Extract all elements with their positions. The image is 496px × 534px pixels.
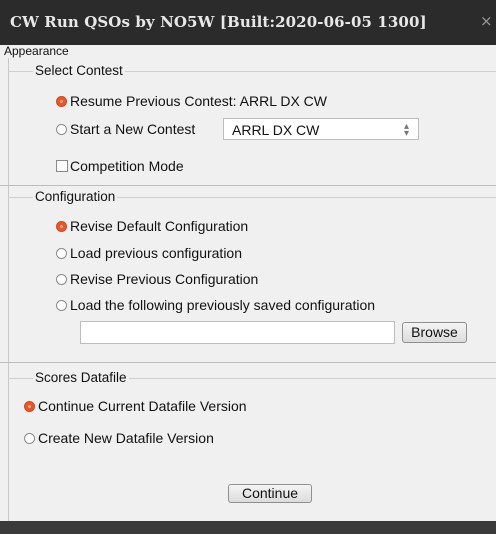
contest-select[interactable]: ARRL DX CW ▴ ▾ (223, 118, 419, 140)
content-border (8, 58, 9, 521)
resume-contest-radio[interactable] (56, 96, 67, 107)
menu-bar: Appearance (0, 45, 496, 58)
config-option-label[interactable]: Load previous configuration (70, 245, 242, 261)
divider (0, 362, 496, 363)
start-new-contest-label[interactable]: Start a New Contest (70, 121, 195, 137)
scores-legend: Scores Datafile (33, 370, 129, 385)
up-down-arrows-icon: ▴ ▾ (403, 121, 409, 139)
configuration-legend: Configuration (33, 189, 118, 204)
close-icon[interactable]: × (480, 12, 493, 30)
config-option-radio[interactable] (56, 248, 67, 259)
scores-option-radio[interactable] (24, 401, 35, 412)
window-title: CW Run QSOs by NO5W [Built:2020-06-05 13… (10, 13, 427, 31)
scores-option-radio[interactable] (24, 433, 35, 444)
browse-button[interactable]: Browse (402, 322, 467, 343)
select-contest-legend: Select Contest (33, 63, 125, 78)
config-option-label[interactable]: Revise Previous Configuration (70, 271, 258, 287)
divider (0, 185, 496, 186)
config-option-label[interactable]: Revise Default Configuration (70, 218, 248, 234)
menu-appearance[interactable]: Appearance (4, 45, 69, 58)
bottom-edge (0, 521, 496, 534)
contest-select-value: ARRL DX CW (232, 122, 320, 138)
start-new-contest-radio[interactable] (56, 124, 67, 135)
config-option-radio[interactable] (56, 274, 67, 285)
config-option-radio[interactable] (56, 221, 67, 232)
config-option-radio[interactable] (56, 300, 67, 311)
config-option-label[interactable]: Load the following previously saved conf… (70, 297, 375, 313)
scores-option-label[interactable]: Create New Datafile Version (38, 430, 214, 446)
competition-mode-label[interactable]: Competition Mode (70, 158, 184, 174)
config-path-input[interactable] (80, 321, 395, 344)
resume-contest-label[interactable]: Resume Previous Contest: ARRL DX CW (70, 93, 327, 109)
title-bar[interactable]: CW Run QSOs by NO5W [Built:2020-06-05 13… (0, 0, 496, 45)
competition-mode-checkbox[interactable] (56, 160, 68, 172)
scores-option-label[interactable]: Continue Current Datafile Version (38, 398, 247, 414)
continue-button[interactable]: Continue (228, 484, 312, 503)
